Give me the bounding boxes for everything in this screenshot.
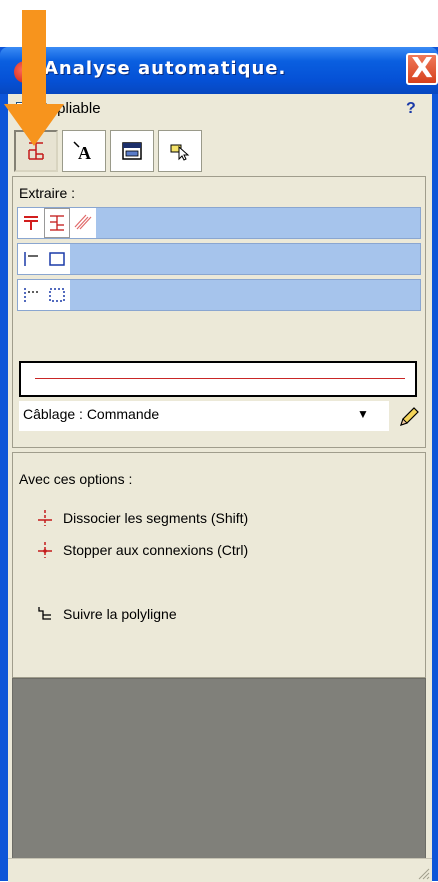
mode-toolbar: A — [14, 130, 204, 174]
pointer-select-icon — [170, 144, 190, 161]
dialog-body: Repliable ? A Extraire: Câblage: Comma… — [8, 94, 432, 881]
solid-line-icon[interactable] — [18, 244, 44, 274]
chevron-down-icon[interactable]: ▼ — [357, 407, 369, 421]
wiring-type-value: Câblage : Commande — [23, 406, 160, 422]
extract-label: Extraire : — [19, 185, 76, 201]
line-sample — [35, 378, 405, 379]
repliable-label: Repliable — [38, 100, 101, 117]
text-cursor-icon: A — [73, 141, 91, 162]
stop-connection-icon — [38, 542, 52, 558]
diagonal-lines-icon[interactable] — [70, 208, 96, 238]
app-icon — [14, 61, 36, 83]
line-style-preview — [19, 361, 417, 397]
select-tool-button[interactable] — [158, 130, 202, 172]
polyline-icon — [38, 607, 51, 620]
stacked-lines-icon[interactable] — [18, 208, 44, 238]
option-split-segments[interactable]: Dissocier les segments (Shift) — [37, 509, 248, 527]
option-split-label: Dissocier les segments (Shift) — [63, 510, 249, 526]
empty-panel-area — [12, 678, 426, 880]
option-polyline-label: Suivre la polyligne — [63, 606, 177, 622]
extract-row-3[interactable] — [17, 279, 421, 311]
status-bar — [8, 858, 432, 882]
close-button[interactable]: X — [406, 53, 438, 85]
wire-extract-icon — [28, 142, 44, 160]
option-stop-label: Stopper aux connexions (Ctrl) — [63, 542, 249, 558]
title-bar[interactable]: Analyse automatique. X — [0, 47, 438, 94]
extract-panel: Extraire : Câblage: Commande ▼ — [12, 176, 426, 448]
svg-text:A: A — [78, 143, 91, 162]
text-tool-button[interactable]: A — [62, 130, 106, 172]
component-box-icon — [122, 142, 142, 160]
wiring-type-select[interactable]: Câblage : Commande ▼ — [19, 401, 389, 431]
option-stop-connections[interactable]: Stopper aux connexions (Ctrl) — [37, 541, 248, 559]
options-panel: Avec ces options : Dissocier les segment… — [12, 452, 426, 678]
extract-row-1[interactable] — [17, 207, 421, 239]
wire-extract-tool-button[interactable] — [14, 130, 58, 172]
options-title: Avec ces options : — [19, 471, 133, 487]
repliable-checkbox[interactable] — [16, 102, 30, 116]
window-title: Analyse automatique. — [44, 58, 287, 79]
wire-branch-icon[interactable] — [44, 208, 70, 238]
pencil-icon — [400, 407, 419, 426]
extract-row-2[interactable] — [17, 243, 421, 275]
dashed-line-icon[interactable] — [18, 280, 44, 310]
application-window: Analyse automatique. X Repliable ? A Ext… — [0, 47, 438, 881]
option-follow-polyline[interactable]: Suivre la polyligne — [37, 605, 177, 623]
resize-grip-icon[interactable] — [414, 864, 430, 880]
component-tool-button[interactable] — [110, 130, 154, 172]
help-button[interactable]: ? — [406, 100, 416, 118]
edit-pencil-button[interactable] — [397, 405, 421, 429]
solid-rect-icon[interactable] — [44, 244, 70, 274]
dashed-rect-icon[interactable] — [44, 280, 70, 310]
split-segment-icon — [38, 510, 52, 526]
repliable-row: Repliable ? — [8, 94, 432, 129]
